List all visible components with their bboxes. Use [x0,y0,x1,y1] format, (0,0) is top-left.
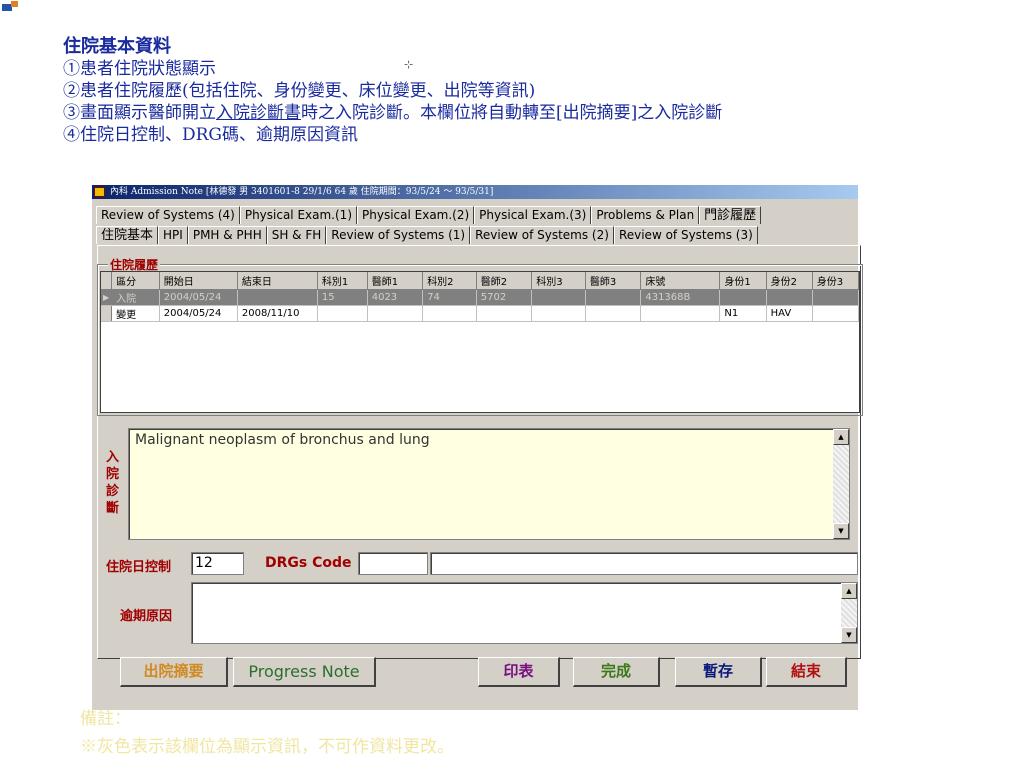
progress-note-button[interactable]: Progress Note [233,657,376,687]
print-button[interactable]: 印表 [478,657,560,687]
table-cell [812,305,859,322]
diagnosis-scrollbar[interactable]: ▲ ▼ [833,429,849,539]
table-cell [422,305,477,322]
tab-bottom-5[interactable]: Review of Systems (1) [326,226,471,244]
table-row[interactable]: 變更 2004/05/24 2008/11/10 N1 HAV [101,305,859,322]
diagnosis-textarea[interactable]: Malignant neoplasm of bronchus and lung … [128,428,850,540]
column-header[interactable]: 身份1 [719,272,767,290]
intro-line-1: ①患者住院狀態顯示 [63,59,216,79]
tab-top-2[interactable]: Physical Exam.(1) [239,206,357,224]
drg-desc-input[interactable] [430,552,858,575]
table-cell [585,289,642,306]
scroll-up-icon[interactable]: ▲ [841,583,857,599]
tab-top-5[interactable]: Problems & Plan [591,206,700,224]
tab-top-1[interactable]: Review of Systems (4) [96,206,240,224]
table-cell [585,305,642,322]
table-cell [640,305,721,322]
overdue-reason-label: 逾期原因 [120,609,173,624]
drg-code-input[interactable] [358,552,428,575]
table-cell: 2004/05/24 [159,289,238,306]
row-pointer-icon: ▶ [101,289,113,306]
intro-title: 住院基本資料 [63,36,171,57]
column-header[interactable]: 科別3 [531,272,586,290]
logo-icon [2,0,20,12]
column-header[interactable]: 科別1 [317,272,368,290]
column-header[interactable]: 醫師3 [585,272,642,290]
table-cell: 2008/11/10 [237,305,318,322]
app-icon [94,187,105,197]
table-cell: 74 [422,289,477,306]
history-grid[interactable]: 區分 開始日 結束日 科別1 醫師1 科別2 醫師2 科別3 醫師3 床號 身份1 身份2 身份3 ▶ 入… [100,271,860,413]
overdue-scrollbar[interactable]: ▲ ▼ [841,583,857,643]
column-header[interactable]: 身份2 [766,272,813,290]
intro-line-2: ②患者住院履歷(包括住院、身份變更、床位變更、出院等資訊) [63,81,536,101]
save-draft-button[interactable]: 暫存 [675,657,762,687]
column-header[interactable]: 結束日 [237,272,318,290]
admission-note-window: 內科 Admission Note [林德發 男 3401601-8 29/1/… [92,185,863,710]
window-title: 內科 Admission Note [林德發 男 3401601-8 29/1/… [110,187,494,197]
days-control-input[interactable]: 12 [191,552,244,575]
table-cell: 2004/05/24 [159,305,238,322]
scroll-up-icon[interactable]: ▲ [833,429,849,445]
tab-row-2: 住院基本 HPI PMH & PHH SH & FH Review of Systems… [96,226,758,244]
complete-button[interactable]: 完成 [573,657,660,687]
diagnosis-text: Malignant neoplasm of bronchus and lung [135,432,430,448]
table-cell: N1 [719,305,767,322]
tab-top-3[interactable]: Physical Exam.(2) [357,206,475,224]
tab-bottom-3[interactable]: PMH & PHH [187,226,267,244]
tab-top-6[interactable]: 門診履歷 [699,206,762,224]
cursor-icon: ⊹ [404,58,414,71]
row-indicator [101,305,113,322]
table-cell [317,305,368,322]
discharge-summary-button[interactable]: 出院摘要 [120,657,228,687]
intro-line-4: ④住院日控制、DRG碼、逾期原因資訊 [63,125,359,145]
column-header[interactable]: 開始日 [159,272,238,290]
column-header[interactable]: 醫師2 [476,272,533,290]
intro-line-3: ③畫面顯示醫師開立入院診斷書時之入院診斷。本欄位將自動轉至[出院摘要]之入院診斷 [63,103,723,123]
table-row[interactable]: ▶ 入院 2004/05/24 15 4023 74 5702 431368B [101,289,859,306]
drg-code-label: DRGs Code [265,555,352,571]
note-title: 備註： [80,709,131,729]
table-cell [531,305,586,322]
column-header[interactable]: 科別2 [422,272,477,290]
column-header[interactable]: 醫師1 [367,272,424,290]
table-cell: 4023 [367,289,424,306]
scroll-down-icon[interactable]: ▼ [841,627,857,643]
tab-bottom-6[interactable]: Review of Systems (2) [470,226,614,244]
table-cell [237,289,318,306]
history-group: 住院履歷 區分 開始日 結束日 科別1 醫師1 科別2 醫師2 科別3 醫師3 床號 身份1 身份2 身… [97,256,863,416]
tab-row-1: Review of Systems (4) Physical Exam.(1) Ph… [96,206,762,224]
note-text: ※灰色表示該欄位為顯示資訊，不可作資料更改。 [80,737,454,757]
table-cell: 入院 [111,289,160,306]
tab-top-4[interactable]: Physical Exam.(3) [474,206,592,224]
table-cell [367,305,424,322]
diagnosis-label: 入院診斷 [106,450,120,516]
table-cell: 變更 [111,305,160,322]
table-cell [476,305,533,322]
tab-bottom-2[interactable]: HPI [158,226,188,244]
tab-bottom-7[interactable]: Review of Systems (3) [613,226,758,244]
window-titlebar: 內科 Admission Note [林德發 男 3401601-8 29/1/… [92,185,858,199]
overdue-reason-textarea[interactable]: ▲ ▼ [191,582,858,644]
table-cell [812,289,859,306]
intro-text: 住院基本資料 ①患者住院狀態顯示 ②患者住院履歷(包括住院、身份變更、床位變更、… [63,36,722,146]
table-cell [531,289,586,306]
table-cell [719,289,767,306]
close-button[interactable]: 結束 [766,657,847,687]
column-header[interactable]: 身份3 [812,272,859,290]
table-cell: 431368B [640,289,721,306]
table-cell: 15 [317,289,368,306]
tab-bottom-4[interactable]: SH & FH [266,226,327,244]
column-header[interactable]: 區分 [111,272,160,290]
table-cell: 5702 [476,289,533,306]
table-cell: HAV [766,305,813,322]
scroll-down-icon[interactable]: ▼ [833,523,849,539]
table-cell [766,289,813,306]
column-header[interactable]: 床號 [640,272,721,290]
tab-bottom-1[interactable]: 住院基本 [96,226,159,244]
days-control-label: 住院日控制 [106,560,172,575]
